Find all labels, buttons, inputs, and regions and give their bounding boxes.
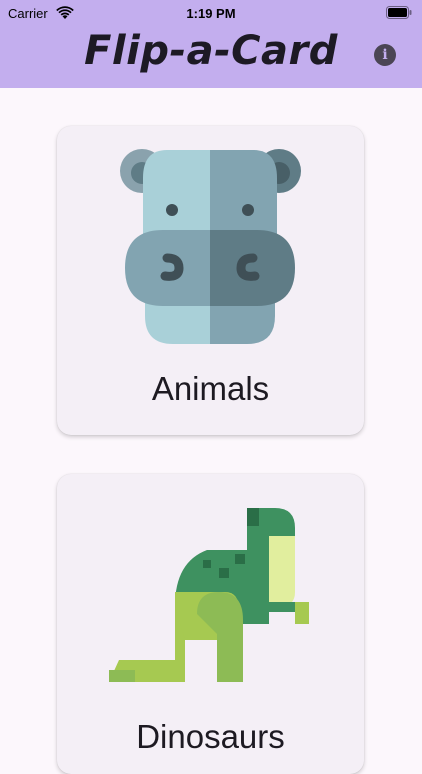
- dinosaur-icon: [109, 508, 309, 682]
- status-bar: Carrier 1:19 PM: [0, 0, 422, 26]
- category-label: Animals: [151, 370, 270, 407]
- app-title: Flip-a-Card: [84, 28, 338, 74]
- info-button[interactable]: i: [374, 44, 396, 66]
- category-card-animals[interactable]: Animals: [57, 126, 364, 435]
- info-icon: i: [382, 47, 388, 63]
- app-header: Carrier 1:19 PM Flip-a-Card i: [0, 0, 422, 88]
- category-card-dinosaurs[interactable]: Dinosaurs: [57, 474, 364, 774]
- category-label: Dinosaurs: [136, 718, 285, 755]
- hippo-icon: [120, 149, 301, 344]
- battery-icon: [386, 6, 412, 19]
- clock: 1:19 PM: [186, 6, 236, 21]
